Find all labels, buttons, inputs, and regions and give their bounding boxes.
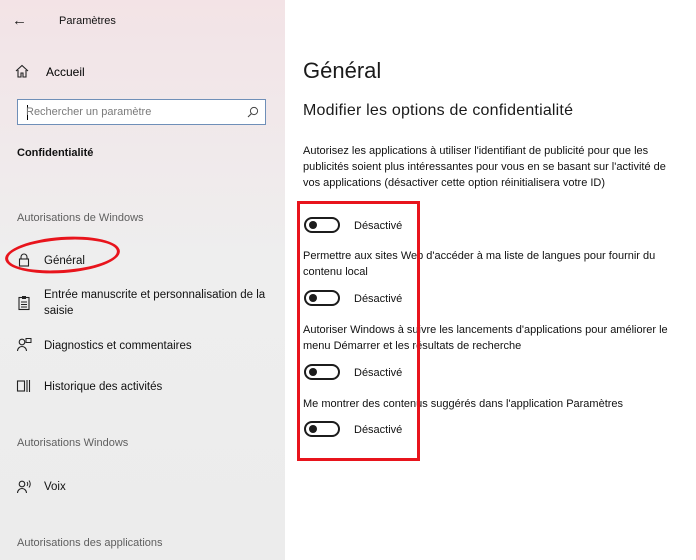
group-header-windows-2: Autorisations Windows xyxy=(17,437,129,449)
window-title: Paramètres xyxy=(59,15,116,27)
sidebar-item-home[interactable]: Accueil xyxy=(14,60,274,86)
sidebar-item-label: Voix xyxy=(44,481,66,493)
search-box[interactable] xyxy=(17,99,266,125)
group-header-apps: Autorisations des applications xyxy=(17,537,163,549)
sidebar: ← Paramètres Accueil Confidentialité Aut… xyxy=(0,0,285,560)
sidebar-item-diagnostics[interactable]: Diagnostics et commentaires xyxy=(16,337,281,357)
sidebar-item-activity-history[interactable]: Historique des activités xyxy=(16,378,281,398)
clipboard-icon xyxy=(18,296,30,311)
section-subtitle: Modifier les options de confidentialité xyxy=(303,102,574,119)
group-header-windows: Autorisations de Windows xyxy=(17,212,144,224)
home-icon xyxy=(15,64,29,78)
person-feedback-icon xyxy=(16,338,32,352)
red-box-annotation xyxy=(297,201,420,461)
page-title: Général xyxy=(303,58,382,83)
timeline-icon xyxy=(16,380,31,392)
sidebar-item-label: Diagnostics et commentaires xyxy=(44,340,192,352)
search-input[interactable] xyxy=(26,104,236,120)
sidebar-item-label: Entrée manuscrite et personnalisation de… xyxy=(44,289,266,317)
speech-icon xyxy=(16,480,31,494)
sidebar-item-voice[interactable]: Voix xyxy=(16,478,281,498)
sidebar-item-label: Historique des activités xyxy=(44,381,163,393)
sidebar-item-handwriting[interactable]: Entrée manuscrite et personnalisation de… xyxy=(16,287,281,321)
sidebar-item-label: Accueil xyxy=(46,65,85,79)
arrow-left-icon: ← xyxy=(12,12,27,29)
section-title: Confidentialité xyxy=(17,147,94,159)
back-button[interactable]: ← xyxy=(12,10,34,32)
search-icon[interactable] xyxy=(247,106,259,118)
option-description: Autorisez les applications à utiliser l'… xyxy=(303,145,666,189)
